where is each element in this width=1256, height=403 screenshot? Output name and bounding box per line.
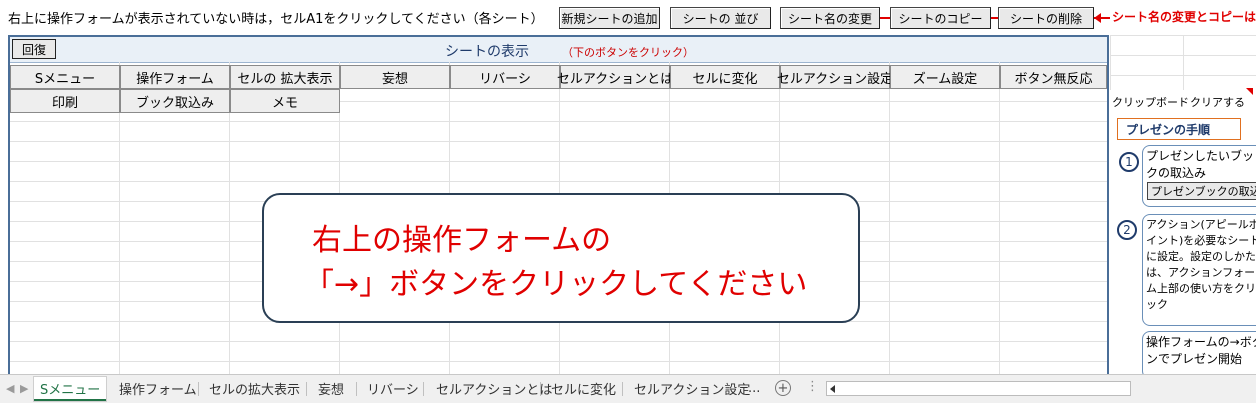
arrow-left-icon: [1094, 13, 1101, 23]
sort-sheets-button[interactable]: シートの 並び: [670, 7, 771, 29]
tab-cell-action-about[interactable]: セルアクションとは: [436, 377, 552, 399]
splitter-handle-icon[interactable]: ⋮: [806, 379, 819, 394]
panel-hint: （下のボタンをクリック）: [562, 46, 694, 59]
step-1-number: 1: [1119, 152, 1139, 172]
tab-separator: [622, 382, 623, 396]
panel-header: 回復 シートの表示 （下のボタンをクリック）: [10, 37, 1107, 63]
clear-label: クリアする: [1190, 96, 1245, 109]
sheet-button-control-form[interactable]: 操作フォーム: [120, 65, 230, 89]
step-3-box: 操作フォームの→ボタンでプレゼン開始: [1142, 331, 1256, 379]
copy-sheet-button[interactable]: シートのコピー: [890, 7, 991, 29]
tab-separator: [540, 382, 541, 396]
sheet-button-cell-action-settings[interactable]: セルアクション設定: [777, 65, 893, 89]
callout-line-1: 右上の操作フォームの: [312, 223, 612, 258]
sheet-button-no-response[interactable]: ボタン無反応: [1000, 65, 1107, 89]
sheet-button-smenu[interactable]: Sメニュー: [10, 65, 120, 89]
step-2-box: アクション(アピールポイント)を必要なシートに設定。設定のしかたは、アクションフ…: [1142, 214, 1256, 326]
sheet-button-cell-change[interactable]: セルに変化: [670, 65, 780, 89]
add-sheet-icon[interactable]: +: [775, 380, 791, 396]
tab-cell-change[interactable]: セルに変化: [551, 377, 616, 399]
add-sheet-button[interactable]: 新規シートの追加: [559, 7, 660, 29]
tab-mousou[interactable]: 妄想: [318, 377, 344, 399]
tab-cell-zoom[interactable]: セルの拡大表示: [209, 377, 300, 399]
step-3-text: 操作フォームの→ボタンでプレゼン開始: [1146, 335, 1256, 366]
instruction-text: 右上に操作フォームが表示されていない時は，セルA1をクリックしてください（各シー…: [8, 12, 544, 27]
callout-line-2: 「→」ボタンをクリックしてください: [304, 267, 808, 302]
instruction-callout: 右上の操作フォームの 「→」ボタンをクリックしてください: [262, 193, 860, 323]
connector-line: [880, 17, 890, 19]
sheet-button-book-import[interactable]: ブック取込み: [120, 89, 230, 113]
right-cell-grid: [1110, 35, 1256, 90]
tab-scroll-left-icon[interactable]: ◀: [6, 382, 14, 395]
scroll-left-arrow-icon[interactable]: [830, 385, 835, 393]
tab-separator: [198, 382, 199, 396]
warning-text: シート名の変更とコピーは必: [1112, 10, 1256, 24]
import-presentation-book-button[interactable]: プレゼンブックの取込: [1147, 182, 1256, 200]
presentation-steps-title: プレゼンの手順: [1117, 118, 1241, 140]
tab-smenu[interactable]: Sメニュー: [34, 377, 107, 401]
sheet-button-cell-action-about[interactable]: セルアクションとは: [557, 65, 673, 89]
tab-scroll-right-icon[interactable]: ▶: [20, 382, 28, 395]
step-1-box: プレゼンしたいブックの取込み プレゼンブックの取込: [1142, 145, 1256, 207]
tab-cell-action-settings[interactable]: セルアクション設定: [634, 377, 750, 399]
tab-separator: [423, 382, 424, 396]
connector-line: [991, 17, 998, 19]
sheet-button-reversi[interactable]: リバーシ: [450, 65, 560, 89]
clipboard-label: クリップボード: [1112, 96, 1189, 109]
sheet-button-cell-zoom[interactable]: セルの 拡大表示: [230, 65, 340, 89]
tab-control-form[interactable]: 操作フォーム: [119, 377, 197, 399]
panel-title: シートの表示: [445, 44, 529, 60]
sheet-button-print[interactable]: 印刷: [10, 89, 120, 113]
tab-separator: [356, 382, 357, 396]
restore-button[interactable]: 回復: [12, 39, 56, 59]
step-1-text: プレゼンしたいブックの取込み: [1146, 149, 1255, 180]
step-2-text: アクション(アピールポイント)を必要なシートに設定。設定のしかたは、アクションフ…: [1146, 218, 1256, 311]
comment-indicator-icon: [1246, 88, 1253, 95]
sheet-button-memo[interactable]: メモ: [230, 89, 340, 113]
tab-reversi[interactable]: リバーシ: [367, 377, 419, 399]
sheet-button-mousou[interactable]: 妄想: [340, 65, 450, 89]
horizontal-scrollbar[interactable]: [826, 381, 1131, 396]
sheet-tab-bar: ◀ ▶ Sメニュー 操作フォーム セルの拡大表示 妄想 リバーシ セルアクション…: [0, 374, 1256, 403]
delete-sheet-button[interactable]: シートの削除: [998, 7, 1094, 29]
rename-sheet-button[interactable]: シート名の変更: [780, 7, 880, 29]
more-tabs-button[interactable]: ...: [748, 377, 760, 399]
tab-separator: [306, 382, 307, 396]
step-2-number: 2: [1117, 220, 1137, 240]
sheet-button-zoom-settings[interactable]: ズーム設定: [890, 65, 1000, 89]
